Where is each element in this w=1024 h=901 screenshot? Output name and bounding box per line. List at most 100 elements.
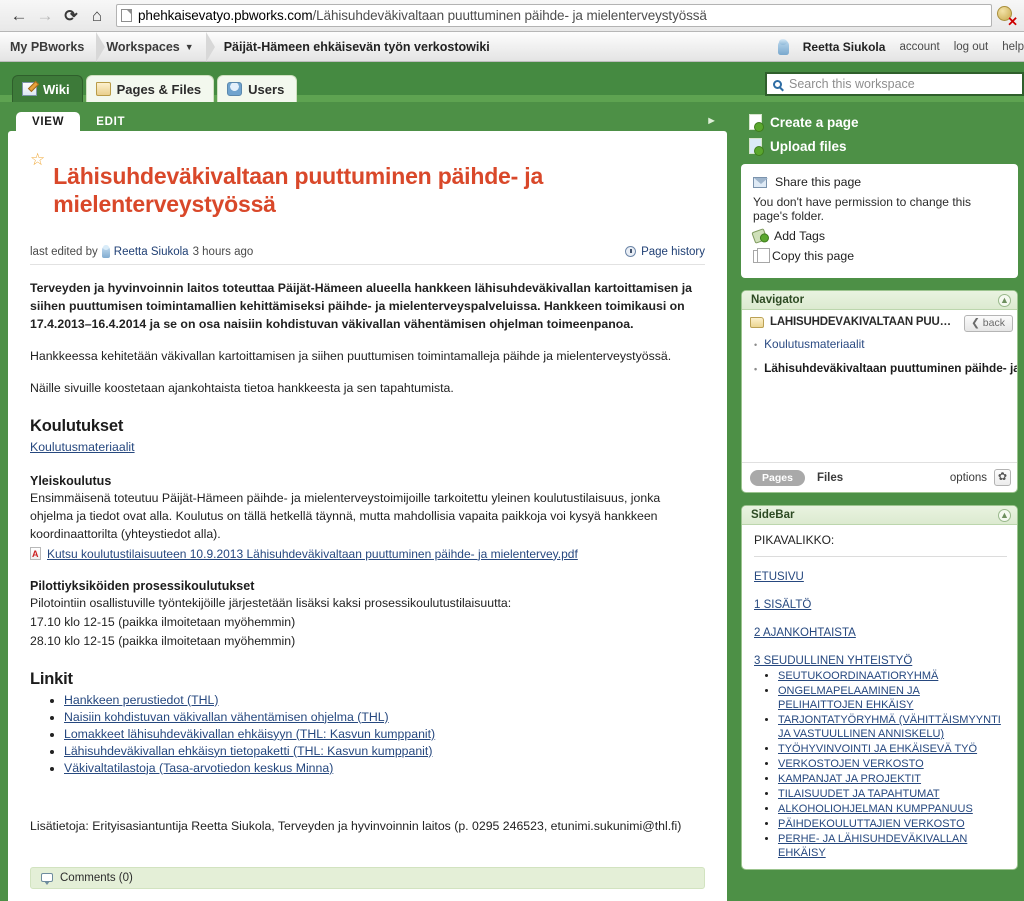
navigator-files-tab[interactable]: Files	[817, 472, 843, 484]
folder-icon	[95, 82, 111, 96]
back-arrow-icon[interactable]: ←	[6, 3, 32, 29]
page-title-row: ☆ Lähisuhdeväkivaltaan puuttuminen päihd…	[30, 143, 705, 234]
last-edited-info: last edited by Reetta Siukola 3 hours ag…	[30, 244, 253, 258]
sidebar-sublink[interactable]: TILAISUUDET JA TAPAHTUMAT	[778, 788, 940, 800]
list-item: VERKOSTOJEN VERKOSTO	[778, 757, 1007, 771]
breadcrumb-my-pbworks[interactable]: My PBworks	[0, 31, 106, 62]
blocked-cookie-icon[interactable]: ✕	[996, 5, 1018, 28]
list-item: TYÖHYVINVOINTI JA EHKÄISEVÄ TYÖ	[778, 742, 1007, 756]
pilotti-text: Pilotointiin osallistuville työntekijöil…	[30, 595, 512, 610]
pdf-attachment-link[interactable]: Kutsu koulutustilaisuuteen 10.9.2013 Läh…	[47, 547, 578, 561]
list-item: Naisiin kohdistuvan väkivallan vähentämi…	[64, 710, 705, 724]
sidebar-pikavalikko-label: PIKAVALIKKO:	[754, 533, 835, 547]
paragraph-3: Näille sivuille koostetaan ajankohtaista…	[30, 380, 454, 395]
tab-pages-files[interactable]: Pages & Files	[85, 75, 215, 102]
navigator-header: Navigator ▲	[742, 291, 1017, 310]
address-bar[interactable]: phehkaisevatyo.pbworks.com/Lähisuhdeväki…	[116, 4, 992, 27]
user-avatar-icon	[777, 38, 789, 55]
help-link[interactable]: help	[1002, 41, 1024, 53]
create-page-action[interactable]: Create a page	[735, 110, 1024, 134]
logout-link[interactable]: log out	[954, 41, 989, 53]
chevron-up-icon[interactable]: ▲	[998, 508, 1011, 522]
search-input[interactable]	[787, 76, 1022, 92]
navigator-folder-row: LÄHISUHDEVÄKIVALTAAN PUUTTUM... ❮ back	[742, 310, 1017, 332]
sidebar-sublink[interactable]: ONGELMAPELAAMINEN JA PELIHAITTOJEN EHKÄI…	[778, 685, 920, 711]
workspace-search[interactable]	[765, 72, 1024, 96]
tab-view[interactable]: VIEW	[16, 112, 81, 131]
sidebar-link-ajankohtaista[interactable]: 2 AJANKOHTAISTA	[754, 627, 1007, 639]
sidebar-sublink[interactable]: PÄIHDEKOULUTTAJIEN VERKOSTO	[778, 818, 965, 830]
workspace-name-label: Päijät-Hämeen ehkäisevän työn verkostowi…	[223, 39, 490, 54]
resize-grip-icon[interactable]	[855, 492, 905, 493]
right-sidebar-column: Create a page Upload files Share this pa…	[735, 102, 1024, 901]
list-item: ONGELMAPELAAMINEN JA PELIHAITTOJEN EHKÄI…	[778, 684, 1007, 712]
sidebar-link-etusivu[interactable]: ETUSIVU	[754, 571, 1007, 583]
external-link[interactable]: Lähisuhdeväkivallan ehkäisyn tietopakett…	[64, 744, 432, 758]
list-item: PÄIHDEKOULUTTAJIEN VERKOSTO	[778, 817, 1007, 831]
add-tags-action[interactable]: Add Tags	[751, 226, 1008, 246]
pdf-attachment-row[interactable]: Kutsu koulutustilaisuuteen 10.9.2013 Läh…	[30, 547, 705, 561]
sidebar-sublink[interactable]: TYÖHYVINVOINTI JA EHKÄISEVÄ TYÖ	[778, 743, 977, 755]
sidebar-sublink[interactable]: PERHE- JA LÄHISUHDEVÄKIVALLAN EHKÄISY	[778, 833, 967, 859]
tab-wiki[interactable]: Wiki	[12, 75, 83, 102]
upload-files-action[interactable]: Upload files	[735, 134, 1024, 158]
external-link[interactable]: Naisiin kohdistuvan väkivallan vähentämi…	[64, 710, 389, 724]
paragraph-2: Hankkeessa kehitetään väkivallan kartoit…	[30, 348, 672, 363]
clock-icon	[625, 246, 637, 258]
navigator-body: LÄHISUHDEVÄKIVALTAAN PUUTTUM... ❮ back •…	[742, 310, 1017, 462]
chevron-up-icon[interactable]: ▲	[998, 293, 1011, 307]
sidebar-sublink[interactable]: VERKOSTOJEN VERKOSTO	[778, 758, 924, 770]
sidebar-sublink[interactable]: TARJONTATYÖRYHMÄ (VÄHITTÄISMYYNTI JA VAS…	[778, 714, 1001, 740]
star-outline-icon[interactable]: ☆	[30, 147, 45, 173]
home-icon[interactable]: ⌂	[84, 3, 110, 29]
tab-edit[interactable]: EDIT	[80, 112, 141, 131]
list-item: Hankkeen perustiedot (THL)	[64, 693, 705, 707]
navigator-back-button[interactable]: ❮ back	[964, 315, 1013, 332]
list-item: TILAISUUDET JA TAPAHTUMAT	[778, 787, 1007, 801]
share-page-action[interactable]: Share this page	[753, 172, 1008, 192]
breadcrumb-workspaces-label: Workspaces	[106, 39, 180, 54]
navigator-widget: Navigator ▲ LÄHISUHDEVÄKIVALTAAN PUUTTUM…	[741, 290, 1018, 493]
username-label[interactable]: Reetta Siukola	[803, 40, 886, 54]
search-icon	[773, 79, 782, 89]
external-link[interactable]: Väkivaltatilastoja (Tasa-arvotiedon kesk…	[64, 761, 333, 775]
sidebar-sublink[interactable]: KAMPANJAT JA PROJEKTIT	[778, 773, 921, 785]
workspace-tabs: Wiki Pages & Files Users	[0, 75, 300, 102]
sidebar-title: SideBar	[751, 509, 795, 521]
reload-icon[interactable]: ⟳	[58, 3, 84, 29]
heading-koulutukset: Koulutukset	[30, 416, 124, 435]
heading-pilottiyksikoiden: Pilottiyksiköiden prosessikoulutukset	[30, 578, 255, 593]
forward-arrow-icon[interactable]: →	[32, 3, 58, 29]
navigator-pages-tab[interactable]: Pages	[750, 469, 805, 486]
sidebar-link-sisalto[interactable]: 1 SISÄLTÖ	[754, 599, 1007, 611]
page-actions-panel: Share this page You don't have permissio…	[741, 164, 1018, 278]
pilotti-date-1: 17.10 klo 12-15 (paikka ilmoitetaan myöh…	[30, 614, 296, 629]
tab-pages-files-label: Pages & Files	[116, 81, 202, 97]
navigator-item-label: Koulutusmateriaalit	[764, 337, 865, 351]
more-tabs-arrow-icon[interactable]: ►	[706, 115, 717, 127]
gear-icon[interactable]: ✿	[994, 469, 1011, 486]
page-history-link[interactable]: Page history	[625, 246, 705, 258]
sidebar-sublink[interactable]: SEUTUKOORDINAATIORYHMÄ	[778, 670, 938, 682]
list-item: Väkivaltatilastoja (Tasa-arvotiedon kesk…	[64, 761, 705, 775]
page-meta-row: last edited by Reetta Siukola 3 hours ag…	[30, 244, 705, 265]
sidebar-sublink[interactable]: ALKOHOLIOHJELMAN KUMPPANUUS	[778, 803, 973, 815]
link-koulutusmateriaalit[interactable]: Koulutusmateriaalit	[30, 440, 135, 454]
navigator-options-link[interactable]: options	[950, 472, 987, 484]
external-link[interactable]: Lomakkeet lähisuhdeväkivallan ehkäisyyn …	[64, 727, 435, 741]
account-link[interactable]: account	[899, 41, 939, 53]
breadcrumb-workspaces[interactable]: Workspaces ▼	[96, 31, 216, 62]
page-title: Lähisuhdeväkivaltaan puuttuminen päihde-…	[53, 163, 544, 218]
view-edit-tabs: VIEW EDIT ►	[8, 110, 727, 131]
sidebar-link-seudullinen-yhteistyo[interactable]: 3 SEUDULLINEN YHTEISTYÖ	[754, 655, 1007, 667]
sidebar-divider	[754, 556, 1007, 557]
navigator-item-current-page[interactable]: • Lähisuhdeväkivaltaan puuttuminen päihd…	[742, 356, 1017, 380]
tab-users[interactable]: Users	[217, 75, 298, 102]
author-link[interactable]: Reetta Siukola	[114, 246, 189, 258]
chevron-down-icon: ▼	[184, 41, 194, 52]
external-link[interactable]: Hankkeen perustiedot (THL)	[64, 693, 218, 707]
navigator-item-koulutusmateriaalit[interactable]: • Koulutusmateriaalit	[742, 332, 1017, 356]
copy-page-action[interactable]: Copy this page	[753, 246, 1008, 266]
links-list: Hankkeen perustiedot (THL) Naisiin kohdi…	[30, 693, 705, 775]
comments-bar[interactable]: Comments (0)	[30, 866, 705, 889]
